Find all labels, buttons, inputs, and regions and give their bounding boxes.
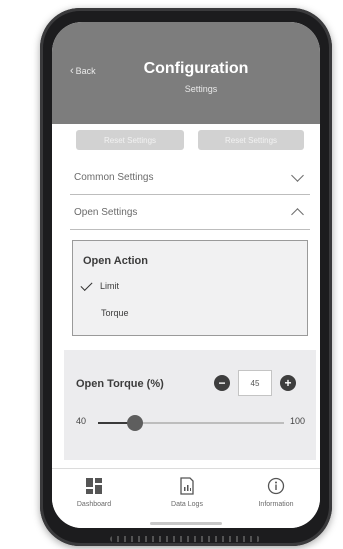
app-header: ‹ Back Configuration Settings (52, 22, 320, 124)
document-chart-icon (180, 477, 194, 495)
page-subtitle: Settings (184, 84, 218, 94)
tab-data-logs-label: Data Logs (171, 501, 203, 508)
slider-thumb[interactable] (127, 415, 144, 431)
tab-dashboard-label: Dashboard (76, 501, 112, 508)
info-circle-icon (267, 477, 285, 495)
grid-icon (86, 478, 102, 494)
option-limit[interactable]: Limit (80, 278, 120, 291)
torque-value-field[interactable]: 45 (238, 370, 272, 396)
reset-settings-button-2[interactable]: Reset Settings (198, 130, 304, 150)
tab-dashboard[interactable]: Dashboard (54, 477, 134, 508)
action-button-row: Reset Settings Reset Settings (52, 126, 320, 154)
option-torque[interactable]: Torque (101, 308, 129, 318)
slider-min-label: 40 (76, 416, 87, 426)
tab-data-logs[interactable]: Data Logs (147, 477, 227, 508)
common-settings-section[interactable]: Common Settings (70, 161, 310, 195)
phone-frame: ‹ Back Configuration Settings Reset Sett… (40, 8, 332, 546)
open-torque-card: Open Torque (%) − 45 + 40 100 (64, 350, 316, 460)
open-settings-label: Open Settings (74, 207, 138, 218)
slider-max-label: 100 (290, 416, 306, 426)
common-settings-label: Common Settings (74, 172, 154, 183)
tab-information[interactable]: Information (236, 477, 316, 508)
chevron-down-icon (291, 169, 304, 182)
chevron-up-icon (291, 208, 304, 221)
torque-slider[interactable] (98, 415, 284, 431)
checkmark-icon (80, 278, 93, 291)
open-settings-section[interactable]: Open Settings (70, 196, 310, 230)
increment-button[interactable]: + (280, 375, 296, 391)
home-indicator (150, 522, 222, 525)
reset-settings-button[interactable]: Reset Settings (76, 130, 184, 150)
page-title: Configuration (143, 60, 249, 77)
bottom-tab-bar: Dashboard Data Logs Information (52, 468, 320, 528)
decrement-button[interactable]: − (214, 375, 230, 391)
tab-information-label: Information (258, 501, 294, 508)
speaker-grille (110, 536, 260, 542)
app-screen: ‹ Back Configuration Settings Reset Sett… (52, 22, 320, 528)
open-action-card: Open Action Limit Torque (72, 240, 308, 336)
option-limit-label: Limit (100, 281, 120, 291)
open-torque-title: Open Torque (%) (76, 378, 164, 390)
open-action-title: Open Action (83, 255, 148, 267)
option-torque-label: Torque (101, 308, 129, 318)
